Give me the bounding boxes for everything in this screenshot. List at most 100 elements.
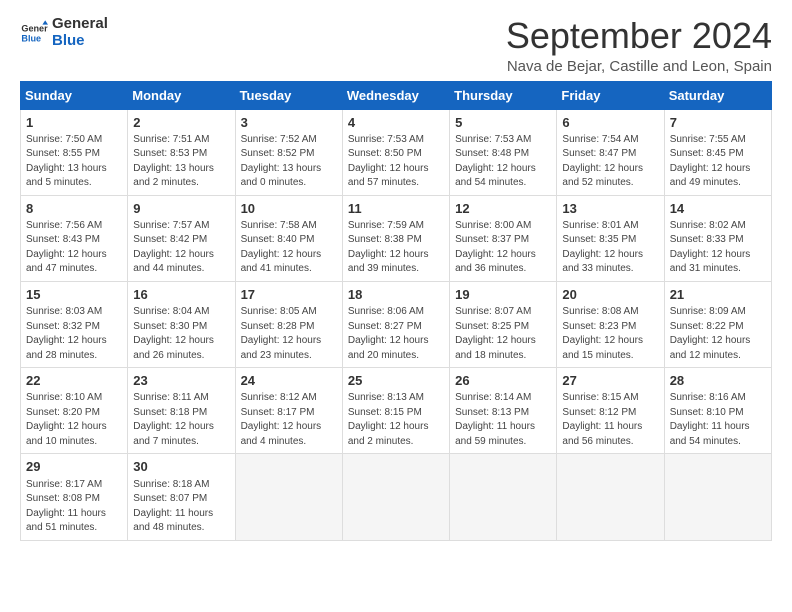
day-detail: Sunrise: 8:02 AM Sunset: 8:33 PM Dayligh… <box>670 219 766 277</box>
day-number: 24 <box>241 372 337 390</box>
calendar-day-18: 18Sunrise: 8:06 AM Sunset: 8:27 PM Dayli… <box>342 281 449 367</box>
day-number: 16 <box>133 286 229 304</box>
calendar-day-9: 9Sunrise: 7:57 AM Sunset: 8:42 PM Daylig… <box>128 195 235 281</box>
calendar-day-24: 24Sunrise: 8:12 AM Sunset: 8:17 PM Dayli… <box>235 368 342 454</box>
calendar-header-monday: Monday <box>128 81 235 109</box>
day-number: 26 <box>455 372 551 390</box>
day-detail: Sunrise: 8:01 AM Sunset: 8:35 PM Dayligh… <box>562 219 658 277</box>
day-detail: Sunrise: 8:03 AM Sunset: 8:32 PM Dayligh… <box>26 305 122 363</box>
day-detail: Sunrise: 8:17 AM Sunset: 8:08 PM Dayligh… <box>26 478 122 536</box>
calendar-day-4: 4Sunrise: 7:53 AM Sunset: 8:50 PM Daylig… <box>342 109 449 195</box>
day-detail: Sunrise: 8:13 AM Sunset: 8:15 PM Dayligh… <box>348 391 444 449</box>
svg-text:Blue: Blue <box>21 33 41 43</box>
day-detail: Sunrise: 8:14 AM Sunset: 8:13 PM Dayligh… <box>455 391 551 449</box>
calendar-day-14: 14Sunrise: 8:02 AM Sunset: 8:33 PM Dayli… <box>664 195 771 281</box>
day-number: 14 <box>670 200 766 218</box>
calendar-day-20: 20Sunrise: 8:08 AM Sunset: 8:23 PM Dayli… <box>557 281 664 367</box>
day-number: 15 <box>26 286 122 304</box>
day-detail: Sunrise: 8:11 AM Sunset: 8:18 PM Dayligh… <box>133 391 229 449</box>
logo-blue: Blue <box>52 33 108 50</box>
calendar-day-7: 7Sunrise: 7:55 AM Sunset: 8:45 PM Daylig… <box>664 109 771 195</box>
day-number: 22 <box>26 372 122 390</box>
calendar-day-30: 30 Sunrise: 8:18 AM Sunset: 8:07 PM Dayli… <box>128 454 235 540</box>
day-detail: Sunrise: 7:54 AM Sunset: 8:47 PM Dayligh… <box>562 133 658 191</box>
day-number: 28 <box>670 372 766 390</box>
day-number: 11 <box>348 200 444 218</box>
calendar-week-4: 22Sunrise: 8:10 AM Sunset: 8:20 PM Dayli… <box>21 368 772 454</box>
day-detail: Sunrise: 8:15 AM Sunset: 8:12 PM Dayligh… <box>562 391 658 449</box>
day-number: 30 <box>133 458 229 476</box>
day-detail: Sunrise: 7:51 AM Sunset: 8:53 PM Dayligh… <box>133 133 229 191</box>
location-title: Nava de Bejar, Castille and Leon, Spain <box>506 58 772 75</box>
calendar-day-10: 10Sunrise: 7:58 AM Sunset: 8:40 PM Dayli… <box>235 195 342 281</box>
day-number: 2 <box>133 114 229 132</box>
calendar-day-8: 8Sunrise: 7:56 AM Sunset: 8:43 PM Daylig… <box>21 195 128 281</box>
calendar-day-5: 5Sunrise: 7:53 AM Sunset: 8:48 PM Daylig… <box>450 109 557 195</box>
day-number: 20 <box>562 286 658 304</box>
calendar-day-22: 22Sunrise: 8:10 AM Sunset: 8:20 PM Dayli… <box>21 368 128 454</box>
calendar-day-25: 25Sunrise: 8:13 AM Sunset: 8:15 PM Dayli… <box>342 368 449 454</box>
calendar-empty-cell <box>235 454 342 540</box>
calendar-day-17: 17Sunrise: 8:05 AM Sunset: 8:28 PM Dayli… <box>235 281 342 367</box>
calendar-day-15: 15Sunrise: 8:03 AM Sunset: 8:32 PM Dayli… <box>21 281 128 367</box>
day-detail: Sunrise: 8:08 AM Sunset: 8:23 PM Dayligh… <box>562 305 658 363</box>
calendar-day-21: 21Sunrise: 8:09 AM Sunset: 8:22 PM Dayli… <box>664 281 771 367</box>
day-detail: Sunrise: 8:16 AM Sunset: 8:10 PM Dayligh… <box>670 391 766 449</box>
calendar-day-19: 19Sunrise: 8:07 AM Sunset: 8:25 PM Dayli… <box>450 281 557 367</box>
calendar-header-thursday: Thursday <box>450 81 557 109</box>
day-detail: Sunrise: 7:55 AM Sunset: 8:45 PM Dayligh… <box>670 133 766 191</box>
day-detail: Sunrise: 7:50 AM Sunset: 8:55 PM Dayligh… <box>26 133 122 191</box>
calendar-header-friday: Friday <box>557 81 664 109</box>
day-number: 6 <box>562 114 658 132</box>
calendar-day-6: 6Sunrise: 7:54 AM Sunset: 8:47 PM Daylig… <box>557 109 664 195</box>
calendar-empty-cell <box>664 454 771 540</box>
svg-text:General: General <box>21 23 48 33</box>
day-detail: Sunrise: 8:00 AM Sunset: 8:37 PM Dayligh… <box>455 219 551 277</box>
day-detail: Sunrise: 8:09 AM Sunset: 8:22 PM Dayligh… <box>670 305 766 363</box>
month-title: September 2024 <box>506 16 772 56</box>
calendar-header-row: SundayMondayTuesdayWednesdayThursdayFrid… <box>21 81 772 109</box>
day-detail: Sunrise: 7:57 AM Sunset: 8:42 PM Dayligh… <box>133 219 229 277</box>
header: General Blue General Blue September 2024… <box>20 16 772 75</box>
logo-general: General <box>52 16 108 33</box>
day-detail: Sunrise: 8:05 AM Sunset: 8:28 PM Dayligh… <box>241 305 337 363</box>
day-number: 13 <box>562 200 658 218</box>
day-number: 3 <box>241 114 337 132</box>
day-number: 8 <box>26 200 122 218</box>
calendar-header-sunday: Sunday <box>21 81 128 109</box>
calendar-empty-cell <box>557 454 664 540</box>
calendar-day-29: 29Sunrise: 8:17 AM Sunset: 8:08 PM Dayli… <box>21 454 128 540</box>
calendar-day-23: 23Sunrise: 8:11 AM Sunset: 8:18 PM Dayli… <box>128 368 235 454</box>
calendar-day-13: 13Sunrise: 8:01 AM Sunset: 8:35 PM Dayli… <box>557 195 664 281</box>
title-block: September 2024 Nava de Bejar, Castille a… <box>506 16 772 75</box>
calendar-day-28: 28Sunrise: 8:16 AM Sunset: 8:10 PM Dayli… <box>664 368 771 454</box>
day-detail: Sunrise: 7:53 AM Sunset: 8:48 PM Dayligh… <box>455 133 551 191</box>
day-detail: Sunrise: 7:52 AM Sunset: 8:52 PM Dayligh… <box>241 133 337 191</box>
day-number: 9 <box>133 200 229 218</box>
calendar-day-3: 3Sunrise: 7:52 AM Sunset: 8:52 PM Daylig… <box>235 109 342 195</box>
logo: General Blue General Blue <box>20 16 108 49</box>
calendar-header-tuesday: Tuesday <box>235 81 342 109</box>
day-detail: Sunrise: 8:06 AM Sunset: 8:27 PM Dayligh… <box>348 305 444 363</box>
calendar-empty-cell <box>450 454 557 540</box>
day-number: 12 <box>455 200 551 218</box>
day-detail: Sunrise: 7:53 AM Sunset: 8:50 PM Dayligh… <box>348 133 444 191</box>
day-number: 19 <box>455 286 551 304</box>
day-detail: Sunrise: 8:10 AM Sunset: 8:20 PM Dayligh… <box>26 391 122 449</box>
calendar-header-saturday: Saturday <box>664 81 771 109</box>
day-detail: Sunrise: 7:58 AM Sunset: 8:40 PM Dayligh… <box>241 219 337 277</box>
calendar-empty-cell <box>342 454 449 540</box>
day-number: 21 <box>670 286 766 304</box>
day-number: 25 <box>348 372 444 390</box>
day-number: 4 <box>348 114 444 132</box>
calendar-week-3: 15Sunrise: 8:03 AM Sunset: 8:32 PM Dayli… <box>21 281 772 367</box>
day-detail: Sunrise: 8:12 AM Sunset: 8:17 PM Dayligh… <box>241 391 337 449</box>
day-number: 10 <box>241 200 337 218</box>
calendar-day-16: 16Sunrise: 8:04 AM Sunset: 8:30 PM Dayli… <box>128 281 235 367</box>
day-number: 1 <box>26 114 122 132</box>
day-number: 23 <box>133 372 229 390</box>
logo-icon: General Blue <box>20 19 48 47</box>
calendar-week-2: 8Sunrise: 7:56 AM Sunset: 8:43 PM Daylig… <box>21 195 772 281</box>
day-detail: Sunrise: 8:18 AM Sunset: 8:07 PM Dayligh… <box>133 478 229 536</box>
calendar-header-wednesday: Wednesday <box>342 81 449 109</box>
